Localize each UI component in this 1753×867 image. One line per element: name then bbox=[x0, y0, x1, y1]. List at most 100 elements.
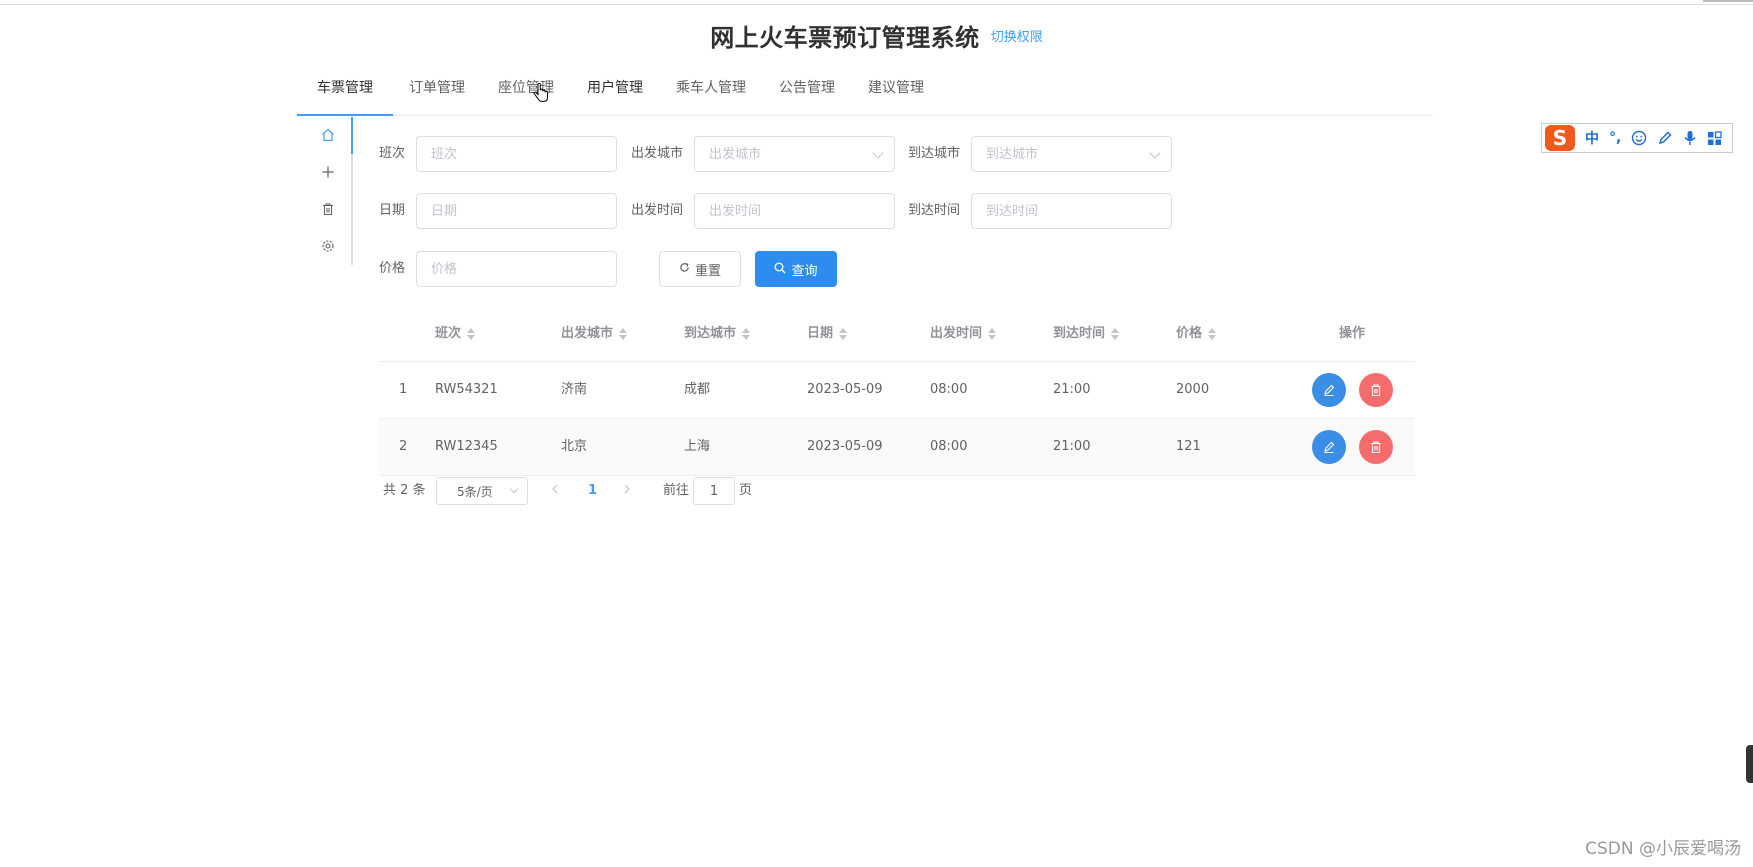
trash-icon bbox=[1371, 441, 1381, 454]
sort-icon[interactable] bbox=[1111, 327, 1120, 341]
search-button-label: 查询 bbox=[791, 263, 818, 279]
home-icon[interactable] bbox=[319, 126, 337, 144]
depart-time-field[interactable] bbox=[694, 193, 895, 229]
column-header-from[interactable]: 出发城市 bbox=[561, 306, 628, 362]
sidebar-active-indicator bbox=[351, 117, 353, 154]
sort-icon[interactable] bbox=[467, 327, 476, 341]
column-header-price[interactable]: 价格 bbox=[1176, 306, 1217, 362]
sort-icon[interactable] bbox=[1208, 327, 1217, 341]
page-suffix: 页 bbox=[739, 483, 753, 498]
edit-button[interactable] bbox=[1312, 430, 1346, 464]
from-city-select[interactable] bbox=[694, 136, 895, 172]
table-header: 班次 出发城市 到达城市 日期 出发时间 到达时间 价格 操作 bbox=[379, 306, 1415, 362]
top-nav: 车票管理 订单管理 座位管理 用户管理 乘车人管理 公告管理 建议管理 bbox=[297, 67, 1433, 116]
tab-seat-management[interactable]: 座位管理 bbox=[478, 67, 574, 115]
depart-time-label: 出发时间 bbox=[631, 203, 684, 218]
column-header-arrive[interactable]: 到达时间 bbox=[1053, 306, 1120, 362]
cell-date: 2023-05-09 bbox=[807, 439, 883, 454]
ime-chinese-toggle[interactable]: 中 bbox=[1585, 128, 1599, 148]
reset-button-label: 重置 bbox=[694, 263, 721, 279]
banci-input[interactable] bbox=[417, 137, 616, 171]
edit-icon bbox=[1324, 441, 1335, 454]
column-header-to[interactable]: 到达城市 bbox=[684, 306, 751, 362]
scrollbar-thumb[interactable] bbox=[1746, 745, 1753, 783]
column-header-banci[interactable]: 班次 bbox=[435, 306, 476, 362]
window-corner-mark bbox=[1703, 0, 1753, 2]
header: 网上火车票预订管理系统 切换权限 bbox=[0, 18, 1753, 53]
refresh-icon bbox=[679, 262, 690, 276]
ime-toolbar: S 中 °, bbox=[1541, 123, 1733, 153]
edit-button[interactable] bbox=[1312, 373, 1346, 407]
ime-logo[interactable]: S bbox=[1545, 125, 1575, 151]
arrive-time-label: 到达时间 bbox=[908, 203, 961, 218]
cell-date: 2023-05-09 bbox=[807, 382, 883, 397]
price-input[interactable] bbox=[417, 252, 616, 286]
cell-banci: RW12345 bbox=[435, 439, 498, 454]
row-index: 1 bbox=[399, 382, 408, 397]
hand-cursor-icon bbox=[533, 83, 548, 102]
date-input[interactable] bbox=[417, 194, 616, 228]
from-city-label: 出发城市 bbox=[631, 146, 684, 161]
column-header-depart[interactable]: 出发时间 bbox=[930, 306, 997, 362]
banci-label: 班次 bbox=[379, 146, 406, 161]
sort-icon[interactable] bbox=[839, 327, 848, 341]
ime-punctuation-toggle[interactable]: °, bbox=[1609, 130, 1621, 146]
window-top-border bbox=[0, 4, 1753, 5]
price-label: 价格 bbox=[379, 261, 406, 276]
cell-to: 上海 bbox=[684, 439, 711, 454]
delete-button[interactable] bbox=[1359, 373, 1393, 407]
watermark: CSDN @小辰爱喝汤 bbox=[1585, 839, 1741, 859]
toolbox-grid-icon[interactable] bbox=[1707, 130, 1722, 146]
price-field[interactable] bbox=[416, 251, 617, 287]
sort-icon[interactable] bbox=[742, 327, 751, 341]
arrive-time-input[interactable] bbox=[972, 194, 1171, 228]
goto-label: 前往 bbox=[663, 483, 690, 498]
arrive-time-field[interactable] bbox=[971, 193, 1172, 229]
table-row: 2 RW12345 北京 上海 2023-05-09 08:00 21:00 1… bbox=[379, 419, 1415, 476]
banci-field[interactable] bbox=[416, 136, 617, 172]
row-index: 2 bbox=[399, 439, 408, 454]
sort-icon[interactable] bbox=[988, 327, 997, 341]
page-number-current[interactable]: 1 bbox=[588, 477, 597, 505]
to-city-input[interactable] bbox=[972, 137, 1171, 171]
emoji-icon[interactable] bbox=[1631, 130, 1647, 146]
search-icon bbox=[774, 262, 786, 277]
tab-ticket-management[interactable]: 车票管理 bbox=[297, 67, 393, 116]
tab-passenger-management[interactable]: 乘车人管理 bbox=[656, 67, 766, 115]
to-city-select[interactable] bbox=[971, 136, 1172, 172]
tab-order-management[interactable]: 订单管理 bbox=[389, 67, 485, 115]
goto-page-input[interactable]: 1 bbox=[693, 477, 735, 505]
sidebar bbox=[301, 117, 353, 265]
cell-from: 北京 bbox=[561, 439, 588, 454]
tab-suggestion-management[interactable]: 建议管理 bbox=[848, 67, 944, 115]
sort-icon[interactable] bbox=[619, 327, 628, 341]
microphone-icon[interactable] bbox=[1683, 130, 1697, 146]
trash-icon bbox=[1371, 384, 1381, 397]
search-button[interactable]: 查询 bbox=[755, 251, 837, 287]
page-size-value: 5条/页 bbox=[457, 485, 493, 499]
date-field[interactable] bbox=[416, 193, 617, 229]
page-title: 网上火车票预订管理系统 bbox=[710, 24, 980, 52]
chevron-right-icon bbox=[624, 484, 630, 494]
trash-icon[interactable] bbox=[319, 200, 337, 218]
next-page-button[interactable] bbox=[623, 477, 631, 505]
table-row: 1 RW54321 济南 成都 2023-05-09 08:00 21:00 2… bbox=[379, 362, 1415, 419]
prev-page-button[interactable] bbox=[551, 477, 559, 505]
gear-icon[interactable] bbox=[319, 237, 337, 255]
cell-banci: RW54321 bbox=[435, 382, 498, 397]
reset-button[interactable]: 重置 bbox=[659, 251, 741, 287]
tab-user-management[interactable]: 用户管理 bbox=[567, 67, 663, 115]
pagination-total: 共 2 条 bbox=[383, 483, 426, 498]
cell-depart: 08:00 bbox=[930, 382, 968, 397]
delete-button[interactable] bbox=[1359, 430, 1393, 464]
switch-permission-link[interactable]: 切换权限 bbox=[991, 30, 1043, 45]
column-header-date[interactable]: 日期 bbox=[807, 306, 848, 362]
cell-from: 济南 bbox=[561, 382, 588, 397]
tab-notice-management[interactable]: 公告管理 bbox=[759, 67, 855, 115]
chevron-left-icon bbox=[552, 484, 558, 494]
handwriting-icon[interactable] bbox=[1657, 130, 1673, 146]
page-size-select[interactable]: 5条/页 bbox=[436, 477, 528, 505]
plus-icon[interactable] bbox=[319, 163, 337, 181]
from-city-input[interactable] bbox=[695, 137, 894, 171]
depart-time-input[interactable] bbox=[695, 194, 894, 228]
